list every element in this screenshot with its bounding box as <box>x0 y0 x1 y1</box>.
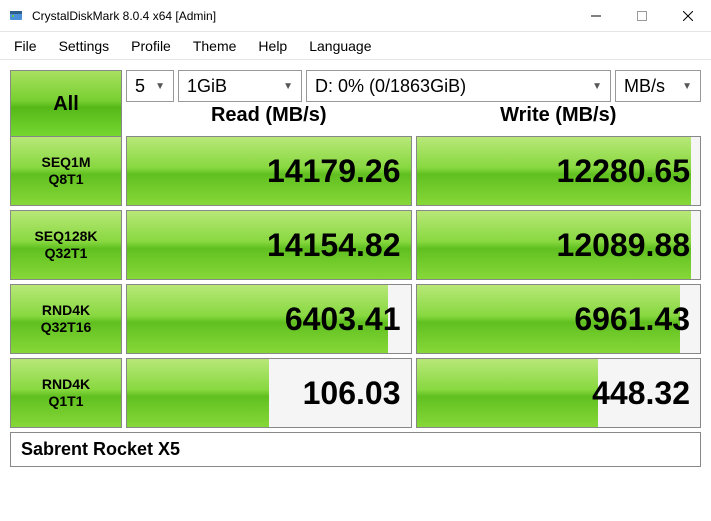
read-cell: 14179.26 <box>126 136 412 206</box>
runs-value: 5 <box>135 76 145 97</box>
read-value: 14154.82 <box>127 211 411 279</box>
menu-theme[interactable]: Theme <box>183 35 247 57</box>
test-label-2: Q32T16 <box>41 319 92 336</box>
chevron-down-icon: ▼ <box>592 81 602 92</box>
read-cell: 106.03 <box>126 358 412 428</box>
read-value: 14179.26 <box>127 137 411 205</box>
test-button-1[interactable]: SEQ128KQ32T1 <box>10 210 122 280</box>
read-value: 6403.41 <box>127 285 411 353</box>
data-row: SEQ1MQ8T114179.2612280.65 <box>10 136 701 206</box>
menu-profile[interactable]: Profile <box>121 35 181 57</box>
test-label-1: RND4K <box>42 376 90 393</box>
test-label-2: Q8T1 <box>48 171 83 188</box>
unit-value: MB/s <box>624 76 665 97</box>
test-label-1: RND4K <box>42 302 90 319</box>
menu-file[interactable]: File <box>4 35 47 57</box>
minimize-button[interactable] <box>573 0 619 31</box>
header-write: Write (MB/s) <box>416 98 702 132</box>
test-button-2[interactable]: RND4KQ32T16 <box>10 284 122 354</box>
test-label-2: Q32T1 <box>45 245 88 262</box>
menu-help[interactable]: Help <box>248 35 297 57</box>
read-cell: 6403.41 <box>126 284 412 354</box>
write-cell: 448.32 <box>416 358 702 428</box>
write-value: 6961.43 <box>417 285 701 353</box>
close-button[interactable] <box>665 0 711 31</box>
app-icon <box>8 8 24 24</box>
header-read: Read (MB/s) <box>126 98 412 132</box>
chevron-down-icon: ▼ <box>283 81 293 92</box>
write-value: 12089.88 <box>417 211 701 279</box>
drive-value: D: 0% (0/1863GiB) <box>315 76 466 97</box>
write-cell: 6961.43 <box>416 284 702 354</box>
read-cell: 14154.82 <box>126 210 412 280</box>
test-label-2: Q1T1 <box>48 393 83 410</box>
read-value: 106.03 <box>127 359 411 427</box>
write-value: 448.32 <box>417 359 701 427</box>
data-row: RND4KQ32T166403.416961.43 <box>10 284 701 354</box>
write-cell: 12089.88 <box>416 210 702 280</box>
menu-settings[interactable]: Settings <box>49 35 120 57</box>
maximize-button[interactable] <box>619 0 665 31</box>
titlebar: CrystalDiskMark 8.0.4 x64 [Admin] <box>0 0 711 32</box>
chevron-down-icon: ▼ <box>682 81 692 92</box>
chevron-down-icon: ▼ <box>155 81 165 92</box>
test-button-3[interactable]: RND4KQ1T1 <box>10 358 122 428</box>
window-title: CrystalDiskMark 8.0.4 x64 [Admin] <box>32 9 573 23</box>
test-label-1: SEQ128K <box>34 228 97 245</box>
data-row: SEQ128KQ32T114154.8212089.88 <box>10 210 701 280</box>
test-button-0[interactable]: SEQ1MQ8T1 <box>10 136 122 206</box>
menu-language[interactable]: Language <box>299 35 381 57</box>
menubar: File Settings Profile Theme Help Languag… <box>0 32 711 60</box>
footer-label: Sabrent Rocket X5 <box>10 432 701 467</box>
window-controls <box>573 0 711 31</box>
write-value: 12280.65 <box>417 137 701 205</box>
content-area: All 5▼ 1GiB▼ D: 0% (0/1863GiB)▼ MB/s▼ Re… <box>0 60 711 477</box>
size-value: 1GiB <box>187 76 227 97</box>
write-cell: 12280.65 <box>416 136 702 206</box>
data-row: RND4KQ1T1106.03448.32 <box>10 358 701 428</box>
test-label-1: SEQ1M <box>41 154 90 171</box>
